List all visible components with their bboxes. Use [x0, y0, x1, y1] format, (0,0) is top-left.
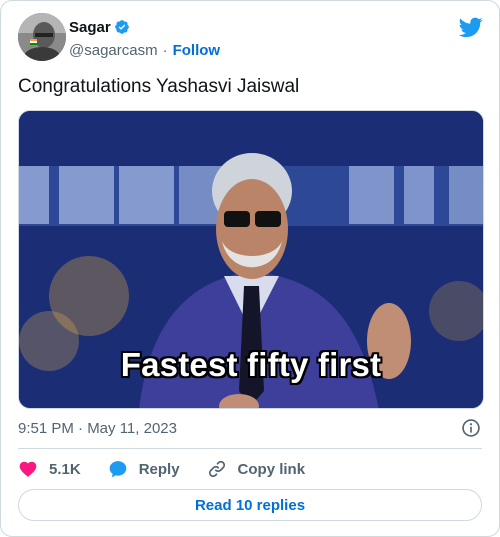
heart-icon	[19, 461, 37, 477]
link-icon	[208, 460, 225, 478]
like-count: 5.1K	[49, 460, 81, 478]
follow-button[interactable]: Follow	[173, 42, 221, 59]
separator-dot: ·	[162, 41, 168, 59]
tweet-media-image[interactable]: Fastest fifty first	[18, 110, 484, 409]
tweet-card: Sagar @sagarcasm · Follow Congratulation…	[0, 0, 500, 537]
author-name[interactable]: Sagar	[69, 19, 111, 36]
copy-link-button[interactable]: Copy link	[207, 459, 306, 479]
info-icon[interactable]	[461, 418, 481, 438]
tweet-actions: 5.1K Reply Copy link	[18, 457, 332, 481]
read-replies-button[interactable]: Read 10 replies	[18, 489, 482, 521]
author-handle[interactable]: @sagarcasm	[69, 42, 158, 59]
verified-badge-icon	[114, 20, 129, 34]
reply-button[interactable]: Reply	[108, 459, 180, 479]
twitter-bird-icon[interactable]	[459, 15, 483, 39]
reply-bubble-icon	[109, 461, 127, 478]
tweet-text: Congratulations Yashasvi Jaiswal	[18, 76, 300, 97]
media-caption: Fastest fifty first	[120, 346, 382, 383]
copy-link-label: Copy link	[237, 460, 306, 478]
divider	[18, 448, 482, 449]
avatar[interactable]	[18, 13, 66, 61]
reply-label: Reply	[138, 460, 180, 478]
author-info: Sagar @sagarcasm · Follow	[69, 17, 220, 60]
like-button[interactable]: 5.1K	[18, 459, 81, 479]
tweet-meta: 9:51 PM · May 11, 2023	[18, 416, 481, 440]
tweet-timestamp[interactable]: 9:51 PM · May 11, 2023	[18, 420, 177, 437]
tweet-header: Sagar @sagarcasm · Follow	[18, 13, 483, 63]
